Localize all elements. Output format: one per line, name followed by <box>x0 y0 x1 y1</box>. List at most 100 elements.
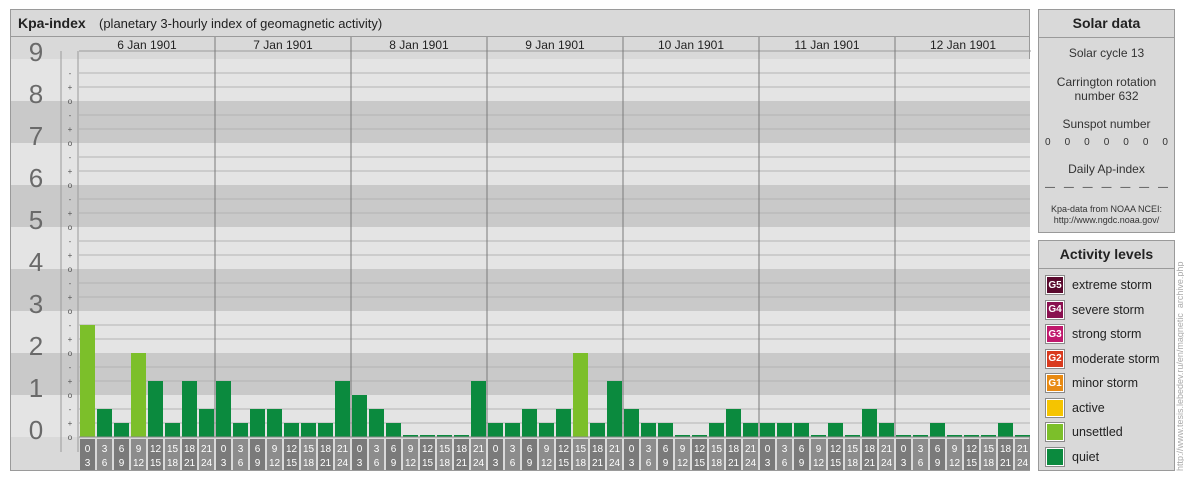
activity-level-item: quiet <box>1045 446 1099 467</box>
activity-color-swatch <box>1045 446 1065 467</box>
interval-start-label: 18 <box>320 444 332 455</box>
kp-sub-tick: o <box>68 433 73 442</box>
day-label: 12 Jan 1901 <box>930 38 996 52</box>
interval-end-label: 3 <box>765 458 771 469</box>
kp-bar <box>505 423 520 437</box>
sunspot-value: 0 <box>1064 137 1071 148</box>
kp-sub-tick: + <box>68 83 73 92</box>
y-tick-label: 9 <box>29 37 43 67</box>
y-tick-label: 5 <box>29 205 43 235</box>
interval-end-label: 3 <box>629 458 635 469</box>
solar-data-title: Solar data <box>1072 15 1141 31</box>
y-tick-label: 1 <box>29 373 43 403</box>
activity-level-item: G3 strong storm <box>1045 324 1141 344</box>
kp-bar <box>709 423 724 437</box>
interval-end-label: 6 <box>374 458 380 469</box>
source-url[interactable]: http://www.ngdc.noaa.gov/ <box>1039 215 1174 226</box>
ap-index-value: — <box>1101 182 1112 193</box>
interval-start-label: 21 <box>201 444 213 455</box>
kp-sub-tick: + <box>68 293 73 302</box>
interval-start-label: 9 <box>816 444 822 455</box>
activity-color-swatch <box>1045 422 1065 442</box>
interval-start-label: 3 <box>238 444 244 455</box>
kp-bar <box>284 423 299 437</box>
interval-end-label: 18 <box>439 458 451 469</box>
kp-bar <box>760 423 775 437</box>
kp-bar <box>318 423 333 437</box>
interval-start-label: 0 <box>85 444 91 455</box>
y-tick-label: 0 <box>29 415 43 445</box>
activity-level-item: unsettled <box>1045 422 1123 442</box>
kp-bar <box>369 408 384 437</box>
activity-color-swatch: G2 <box>1045 348 1065 369</box>
interval-end-label: 21 <box>456 458 468 469</box>
interval-end-label: 21 <box>320 458 332 469</box>
kp-bar <box>794 423 809 437</box>
ap-index-value: — <box>1063 182 1074 193</box>
kp-sub-tick: - <box>69 237 72 246</box>
kp-bar <box>182 381 197 437</box>
kp-sub-tick: + <box>68 335 73 344</box>
activity-levels-panel: Activity levels G5 extreme storm G4 severe … <box>1038 240 1175 471</box>
interval-start-label: 0 <box>765 444 771 455</box>
interval-end-label: 9 <box>255 458 261 469</box>
interval-start-label: 0 <box>357 444 363 455</box>
kp-sub-tick: o <box>68 97 73 106</box>
day-label: 11 Jan 1901 <box>794 38 859 52</box>
interval-end-label: 6 <box>918 458 924 469</box>
y-tick-label: 4 <box>29 247 43 277</box>
source-line1: Kpa-data from NOAA NCEI: <box>1050 204 1163 214</box>
ap-index-value: — <box>1045 182 1055 193</box>
interval-end-label: 24 <box>337 458 349 469</box>
y-tick-label: 2 <box>29 331 43 361</box>
y-tick-label: 6 <box>29 163 43 193</box>
y-tick-label: 8 <box>29 79 43 109</box>
activity-level-label: minor storm <box>1072 376 1138 390</box>
interval-start-label: 12 <box>694 444 706 455</box>
interval-start-label: 21 <box>473 444 485 455</box>
interval-start-label: 6 <box>527 444 533 455</box>
sunspot-values: 0 0 0 0 0 0 0 <box>1045 137 1168 148</box>
kp-level-band <box>11 227 1030 269</box>
interval-end-label: 6 <box>238 458 244 469</box>
interval-end-label: 21 <box>728 458 740 469</box>
kp-bar <box>879 423 894 437</box>
day-label: 8 Jan 1901 <box>389 38 449 52</box>
interval-start-label: 18 <box>456 444 468 455</box>
kp-bar <box>199 408 214 437</box>
kp-bar <box>165 423 180 437</box>
interval-end-label: 15 <box>966 458 978 469</box>
kp-bar <box>488 423 503 437</box>
interval-start-label: 15 <box>575 444 587 455</box>
activity-level-label: active <box>1072 400 1105 415</box>
interval-end-label: 9 <box>527 458 533 469</box>
interval-end-label: 21 <box>1000 458 1012 469</box>
kpa-bar-chart: 0123456789o+-o+-o+-o+-o+-o+-o+-o+-o+-6 J… <box>11 37 1031 470</box>
activity-color-swatch: G3 <box>1045 324 1065 344</box>
interval-start-label: 3 <box>374 444 380 455</box>
activity-color-swatch: G1 <box>1045 373 1065 393</box>
kp-level-band <box>11 59 1030 101</box>
interval-start-label: 18 <box>592 444 604 455</box>
kp-sub-tick: - <box>69 405 72 414</box>
interval-end-label: 24 <box>201 458 213 469</box>
kp-bar <box>641 423 656 437</box>
interval-start-label: 21 <box>745 444 757 455</box>
kp-bar <box>267 408 282 437</box>
interval-end-label: 15 <box>558 458 570 469</box>
kp-sub-tick: + <box>68 209 73 218</box>
interval-start-label: 12 <box>422 444 434 455</box>
kp-bar <box>590 423 605 437</box>
kp-bar <box>386 423 401 437</box>
interval-end-label: 6 <box>646 458 652 469</box>
interval-end-label: 3 <box>493 458 499 469</box>
interval-start-label: 21 <box>881 444 893 455</box>
kp-bar <box>607 381 622 437</box>
sunspot-label: Sunspot number <box>1062 117 1151 131</box>
kp-sub-tick: + <box>68 251 73 260</box>
kp-sub-tick: - <box>69 363 72 372</box>
interval-end-label: 12 <box>813 458 825 469</box>
interval-end-label: 9 <box>799 458 805 469</box>
kp-sub-tick: o <box>68 223 73 232</box>
interval-end-label: 24 <box>881 458 893 469</box>
